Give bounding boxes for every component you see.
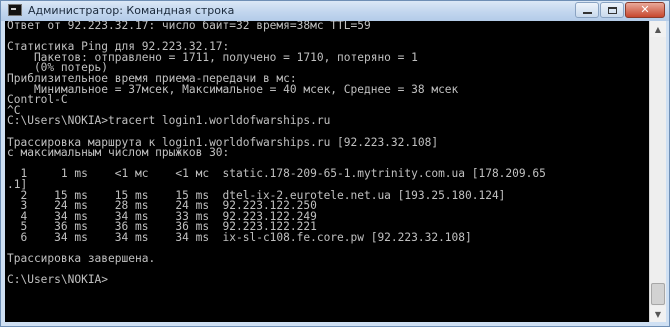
console-line: C:\Users\NOKIA> [7,273,109,287]
arrow-down-icon: ▼ [654,309,662,319]
scrollbar-thumb[interactable] [651,283,665,305]
console-app-icon[interactable] [8,4,22,16]
window-controls: ✕ [575,2,665,18]
console-line: Трассировка завершена. [7,252,156,266]
arrow-up-icon: ▲ [654,24,662,34]
command-prompt-window: Администратор: Командная строка ✕ Ответ … [0,0,670,327]
minimize-button[interactable] [575,2,599,18]
vertical-scrollbar[interactable]: ▲ ▼ [649,21,666,322]
console-line: Ответ от 92.223.32.17: число байт=32 вре… [7,21,371,32]
console-line: с максимальным числом прыжков 30: [7,146,230,160]
close-icon: ✕ [640,3,650,16]
console-text: Ответ от 92.223.32.17: число байт=32 вре… [5,21,649,286]
close-button[interactable]: ✕ [625,2,665,18]
console-line: 6 34 ms 34 ms 34 ms ix-sl-c108.fe.core.p… [7,230,472,244]
console-line: 1 1 ms <1 мс <1 мс static.178-209-65-1.m… [7,167,546,181]
maximize-button[interactable] [600,2,624,18]
console-line: C:\Users\NOKIA>tracert login1.worldofwar… [7,114,331,128]
scroll-up-button[interactable]: ▲ [650,21,666,37]
scroll-down-button[interactable]: ▼ [650,306,666,322]
window-title: Администратор: Командная строка [28,4,235,17]
console-output[interactable]: Ответ от 92.223.32.17: число байт=32 вре… [5,21,649,322]
console-line: Минимальное = 37мсек, Максимальное = 40 … [7,82,459,96]
title-bar[interactable]: Администратор: Командная строка ✕ [1,1,669,21]
maximize-icon [607,6,617,14]
minimize-icon [582,12,592,14]
